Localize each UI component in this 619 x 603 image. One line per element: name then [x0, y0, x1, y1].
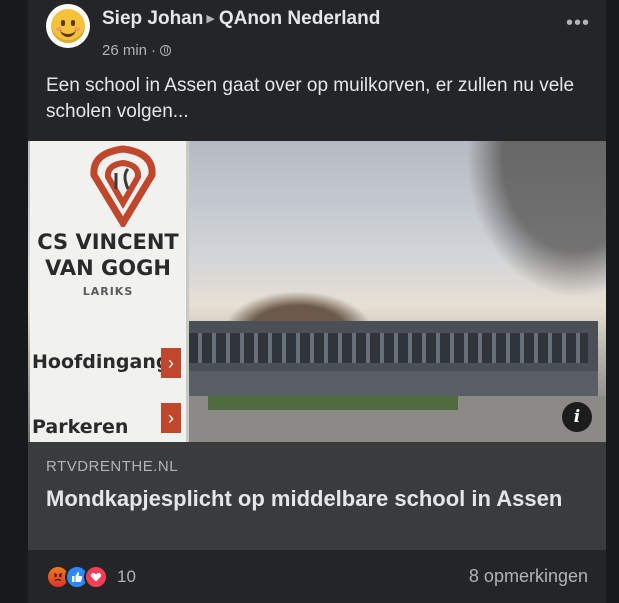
post-header: Siep Johan ▶ QAnon Nederland 26 min · ••• — [46, 4, 590, 60]
post-card: Siep Johan ▶ QAnon Nederland 26 min · ••• … — [28, 0, 606, 603]
bare-trees — [448, 141, 606, 321]
school-logo-icon — [90, 145, 156, 227]
group-name[interactable]: QAnon Nederland — [219, 8, 381, 29]
link-domain: RTVDRENTHE.NL — [46, 458, 179, 475]
caret-right-icon: ▶ — [206, 13, 215, 25]
school-sign: CS VINCENT VAN GOGH LARIKS Hoofdingang ›… — [30, 141, 189, 442]
sign-row-main-entrance: Hoofdingang — [32, 351, 170, 373]
sign-subtitle: LARIKS — [82, 285, 134, 298]
link-preview-image[interactable]: CS VINCENT VAN GOGH LARIKS Hoofdingang ›… — [28, 141, 606, 442]
info-icon[interactable]: i — [562, 402, 592, 432]
reaction-count: 10 — [117, 567, 136, 586]
smiley-face-icon — [51, 9, 85, 43]
post-timestamp[interactable]: 26 min — [102, 42, 147, 59]
sign-title-line2: VAN GOGH — [45, 256, 171, 280]
link-preview-meta[interactable]: RTVDRENTHE.NL Mondkapjesplicht op middel… — [28, 442, 606, 550]
post-text: Een school in Assen gaat over op muilkor… — [46, 75, 575, 122]
sign-school-name: CS VINCENT VAN GOGH — [30, 229, 186, 281]
author-name[interactable]: Siep Johan — [102, 8, 203, 29]
meta-separator: · — [151, 42, 157, 59]
post-footer: 10 8 opmerkingen — [46, 562, 588, 592]
arrow-right-icon: › — [161, 348, 181, 378]
sign-title-line1: CS VINCENT — [37, 230, 179, 254]
sign-row-parking: Parkeren — [32, 416, 129, 438]
avatar[interactable] — [46, 4, 90, 48]
post-meta: 26 min · — [102, 42, 172, 59]
more-options-button[interactable]: ••• — [566, 12, 590, 35]
grass — [208, 396, 458, 410]
love-icon — [84, 565, 108, 589]
reactions-summary[interactable]: 10 — [46, 564, 136, 590]
link-title: Mondkapjesplicht op middelbare school in… — [46, 486, 563, 511]
arrow-right-icon: › — [161, 403, 181, 433]
privacy-globe-icon[interactable] — [160, 45, 172, 56]
comments-count-link[interactable]: 8 opmerkingen — [469, 566, 588, 587]
post-author-line: Siep Johan ▶ QAnon Nederland — [102, 8, 380, 30]
